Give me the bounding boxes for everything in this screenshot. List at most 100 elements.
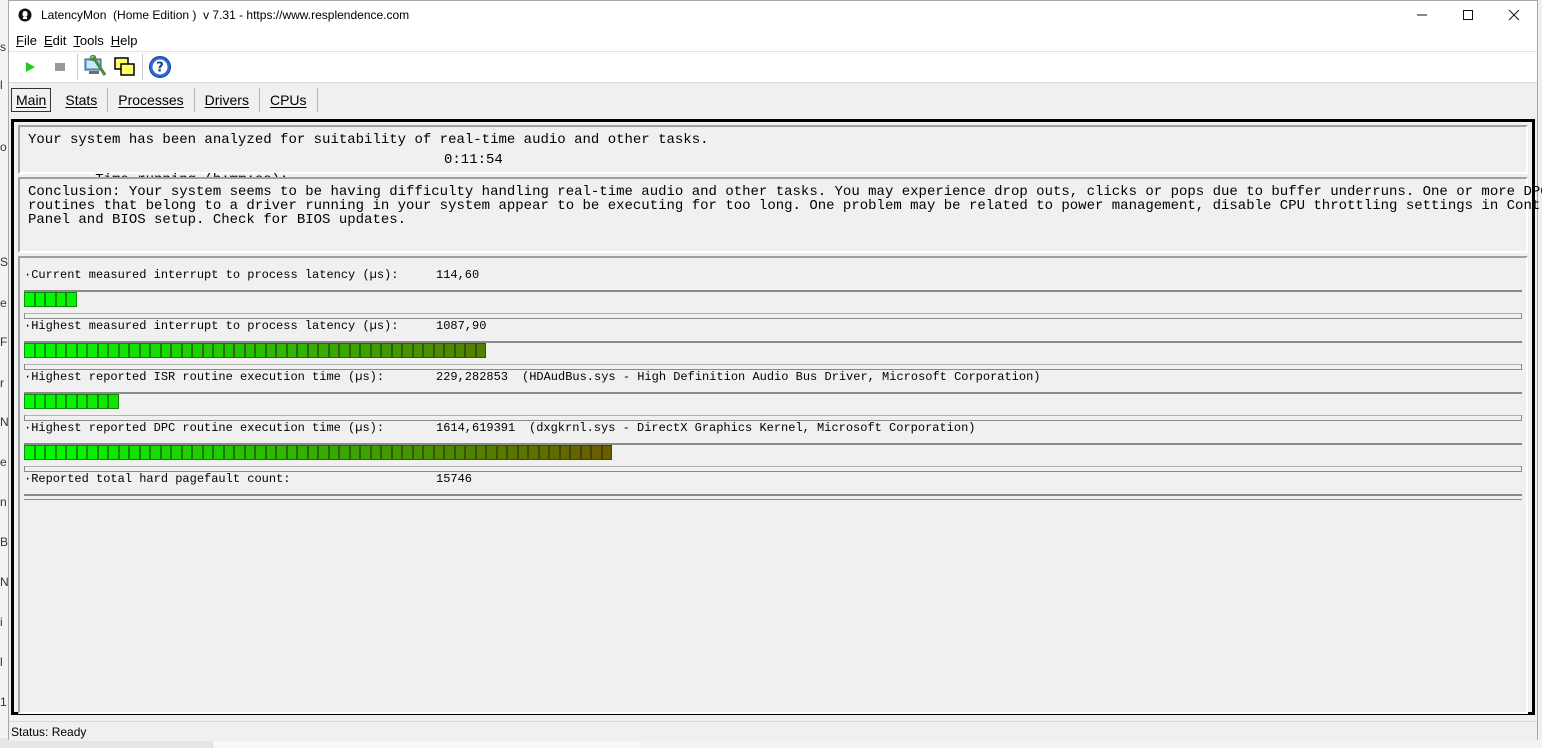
metric-label: ·Highest measured interrupt to process l…: [24, 319, 399, 333]
metrics-section: ·Current measured interrupt to process l…: [18, 256, 1528, 714]
bar-segment: [34, 445, 45, 460]
background-text: r: [0, 376, 4, 390]
bar-segment: [412, 445, 423, 460]
menu-edit[interactable]: Edit: [41, 33, 69, 48]
bar-segment: [223, 445, 234, 460]
start-button[interactable]: [15, 53, 45, 81]
bar-segment: [370, 343, 381, 358]
minimize-button[interactable]: [1399, 1, 1445, 29]
bar-segment: [34, 394, 45, 409]
menu-file[interactable]: File: [13, 33, 40, 48]
tab-main[interactable]: Main: [11, 88, 52, 112]
bar-segment: [339, 445, 350, 460]
bar-fill: [24, 292, 77, 307]
bar-segment: [517, 445, 528, 460]
conclusion-line: Panel and BIOS setup. Check for BIOS upd…: [28, 212, 407, 228]
bar-segment: [118, 445, 129, 460]
bar-segment: [118, 343, 129, 358]
bar-segment: [339, 343, 350, 358]
help-button[interactable]: ?: [145, 53, 175, 81]
bar-segment: [66, 445, 77, 460]
bar-segment: [328, 343, 339, 358]
wrench-computer-icon: [84, 55, 107, 76]
bar-segment: [591, 445, 602, 460]
bar-segment: [559, 445, 570, 460]
menu-file-rest: ile: [23, 32, 37, 48]
bar-segment: [45, 445, 56, 460]
bar-segment: [192, 445, 203, 460]
bar-segment: [97, 343, 108, 358]
bar-segment: [34, 343, 45, 358]
status-bar: Status: Ready: [9, 721, 1537, 741]
bar-segment: [139, 445, 150, 460]
bar-segment: [171, 445, 182, 460]
tab-drivers-label: Drivers: [204, 92, 249, 108]
metric-label: ·Current measured interrupt to process l…: [24, 268, 399, 282]
pagefault-bar: [24, 494, 1522, 500]
minimize-icon: [1417, 14, 1427, 16]
menu-help[interactable]: Help: [108, 33, 141, 48]
metric-label: ·Reported total hard pagefault count:: [24, 472, 291, 486]
toolbar-separator: [77, 54, 78, 80]
menu-tools[interactable]: Tools: [70, 33, 106, 48]
tab-cpus[interactable]: CPUs: [260, 88, 318, 112]
background-text: s: [0, 40, 6, 54]
background-text: i: [0, 615, 3, 629]
tab-strip: Main Stats Processes Drivers CPUs: [9, 83, 1537, 117]
bar-segment: [349, 343, 360, 358]
bar-segment: [202, 343, 213, 358]
metric-current-latency: ·Current measured interrupt to process l…: [20, 258, 1526, 319]
summary-text: Your system has been analyzed for suitab…: [28, 132, 709, 148]
bar-segment: [97, 445, 108, 460]
tab-main-label: Main: [16, 92, 47, 108]
bar-segment: [55, 292, 66, 307]
stop-button[interactable]: [45, 53, 75, 81]
bar-segment: [192, 343, 203, 358]
bar-segment: [538, 445, 549, 460]
background-text: o: [0, 140, 7, 154]
bar-segment: [181, 445, 192, 460]
menu-help-accel: H: [110, 32, 121, 48]
bar-segment: [223, 343, 234, 358]
close-button[interactable]: [1491, 1, 1537, 29]
bar-segment: [55, 445, 66, 460]
tab-drivers[interactable]: Drivers: [195, 88, 260, 112]
bar-segment: [87, 394, 98, 409]
bar-segment: [45, 343, 56, 358]
bar-segment: [507, 445, 518, 460]
tab-stats[interactable]: Stats: [55, 88, 109, 112]
bar-segment: [24, 292, 35, 307]
bar-segment: [549, 445, 560, 460]
tab-processes-label: Processes: [118, 92, 184, 108]
bar-segment: [423, 445, 434, 460]
window-title: LatencyMon (Home Edition ) v 7.31 - http…: [41, 8, 410, 22]
bar-segment: [255, 343, 266, 358]
bar-segment: [150, 445, 161, 460]
maximize-button[interactable]: [1445, 1, 1491, 29]
bar-segment: [286, 445, 297, 460]
bar-segment: [360, 445, 371, 460]
bar-segment: [381, 343, 392, 358]
title-bar[interactable]: LatencyMon (Home Edition ) v 7.31 - http…: [9, 1, 1537, 29]
bar-segment: [139, 343, 150, 358]
background-text: S: [0, 255, 9, 269]
bar-segment: [129, 343, 140, 358]
bar-segment: [87, 445, 98, 460]
bar-fill: [24, 394, 119, 409]
bar-segment: [349, 445, 360, 460]
bar-segment: [444, 343, 455, 358]
bar-segment: [297, 445, 308, 460]
tab-processes[interactable]: Processes: [108, 88, 195, 112]
system-info-button[interactable]: [80, 53, 110, 81]
bar-segment: [391, 445, 402, 460]
background-window-edge: sloSeFrNenBNil1: [0, 0, 9, 748]
tab-stats-label: Stats: [65, 92, 98, 108]
help-icon: ?: [149, 56, 171, 78]
background-text: e: [0, 455, 7, 469]
menu-bar: File Edit Tools Help: [9, 29, 1537, 51]
bar-segment: [318, 445, 329, 460]
windows-button[interactable]: [110, 53, 140, 81]
bar-segment: [76, 445, 87, 460]
bar-segment: [276, 445, 287, 460]
bar-segment: [454, 343, 465, 358]
